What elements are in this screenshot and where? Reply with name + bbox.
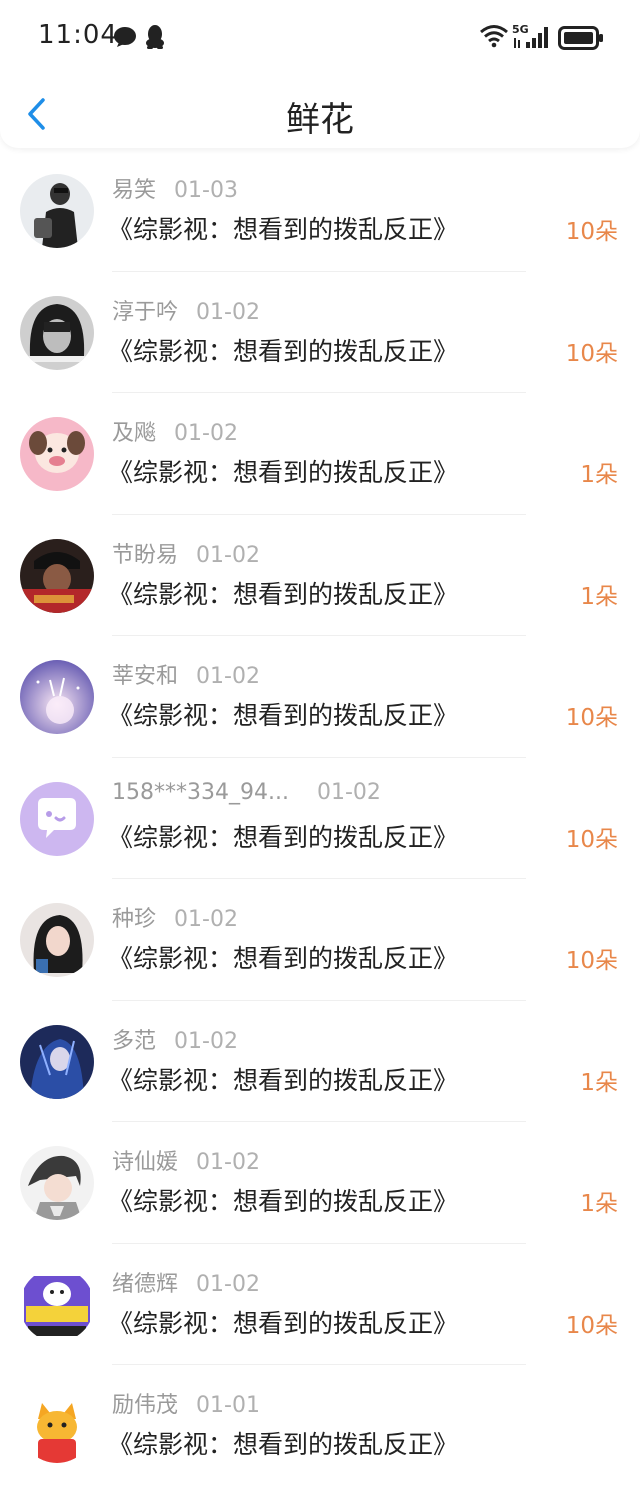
user-avatar[interactable]	[20, 295, 94, 370]
date: 01-02	[196, 542, 260, 568]
username[interactable]: 种珍	[112, 901, 156, 933]
list-item[interactable]: 莘安和 01-02 《综影视：想看到的拨乱反正》 10朵	[0, 636, 640, 758]
title-bar: 鲜花	[0, 74, 640, 148]
date: 01-02	[196, 1150, 260, 1175]
user-avatar[interactable]	[20, 417, 94, 491]
date: 01-03	[174, 178, 238, 203]
page-title: 鲜花	[286, 100, 354, 140]
list-item[interactable]: 种珍 01-02 《综影视：想看到的拨乱反正》 10朵	[0, 879, 640, 1001]
user-avatar[interactable]	[20, 1267, 94, 1342]
book-title[interactable]: 《综影视：想看到的拨乱反正》	[108, 575, 458, 611]
meta-line: 多范 01-02	[112, 1023, 238, 1055]
list-item[interactable]: 多范 01-02 《综影视：想看到的拨乱反正》 1朵	[0, 1001, 640, 1122]
user-avatar[interactable]	[20, 660, 94, 734]
list-item[interactable]: 节盼易 01-02 《综影视：想看到的拨乱反正》 1朵	[0, 515, 640, 636]
battery-icon	[558, 26, 604, 54]
username[interactable]: 节盼易	[112, 537, 178, 569]
flower-amount: 1朵	[580, 462, 618, 488]
book-title[interactable]: 《综影视：想看到的拨乱反正》	[108, 210, 458, 246]
status-bar: 11:04 5G	[0, 0, 640, 74]
signal-icon: 5G	[512, 22, 552, 54]
user-avatar[interactable]	[20, 1389, 94, 1463]
date: 01-01	[196, 1393, 260, 1418]
user-avatar[interactable]	[20, 1146, 94, 1220]
list-item[interactable]: 158***334_94... 01-02 《综影视：想看到的拨乱反正》 10朵	[0, 758, 640, 879]
username[interactable]: 诗仙媛	[112, 1144, 178, 1176]
username[interactable]: 多范	[112, 1023, 156, 1055]
book-title[interactable]: 《综影视：想看到的拨乱反正》	[108, 1182, 458, 1218]
date: 01-02	[316, 779, 381, 805]
list-item[interactable]: 诗仙媛 01-02 《综影视：想看到的拨乱反正》 1朵	[0, 1122, 640, 1244]
book-title[interactable]: 《综影视：想看到的拨乱反正》	[108, 332, 458, 368]
flower-amount: 10朵	[565, 705, 618, 731]
date: 01-02	[174, 1028, 238, 1054]
meta-line: 诗仙媛 01-02	[112, 1144, 260, 1176]
book-title[interactable]: 《综影视：想看到的拨乱反正》	[108, 1425, 458, 1461]
flower-amount: 1朵	[580, 1191, 618, 1217]
meta-line: 莘安和 01-02	[112, 658, 260, 690]
flower-amount: 10朵	[565, 340, 618, 367]
network-type: 5G	[512, 23, 529, 36]
user-avatar[interactable]	[20, 1024, 94, 1099]
list-item[interactable]: 及飚 01-02 《综影视：想看到的拨乱反正》 1朵	[0, 393, 640, 515]
username[interactable]: 莘安和	[112, 658, 178, 690]
date: 01-02	[174, 907, 238, 932]
flower-list: 易笑 01-03 《综影视：想看到的拨乱反正》 10朵 淳于吟 01-02 《综影视…	[0, 150, 640, 1487]
username[interactable]: 易笑	[112, 172, 156, 204]
user-avatar[interactable]	[20, 174, 94, 248]
date: 01-02	[174, 421, 238, 446]
user-avatar[interactable]	[20, 903, 94, 977]
list-item[interactable]: 励伟茂 01-01 《综影视：想看到的拨乱反正》	[0, 1365, 640, 1487]
date: 01-02	[196, 299, 260, 325]
message-icon	[113, 26, 137, 52]
book-title[interactable]: 《综影视：想看到的拨乱反正》	[108, 696, 458, 732]
flower-amount: 10朵	[565, 219, 618, 245]
flower-amount: 10朵	[565, 1312, 618, 1339]
meta-line: 种珍 01-02	[112, 901, 238, 933]
book-title[interactable]: 《综影视：想看到的拨乱反正》	[108, 939, 458, 975]
meta-line: 节盼易 01-02	[112, 537, 260, 569]
meta-line: 易笑 01-03	[112, 172, 238, 204]
user-avatar[interactable]	[20, 538, 94, 613]
book-title[interactable]: 《综影视：想看到的拨乱反正》	[108, 818, 458, 854]
meta-line: 绪德辉 01-02	[112, 1266, 260, 1298]
username[interactable]: 158***334_94...	[112, 780, 289, 805]
flower-amount: 10朵	[565, 948, 618, 974]
meta-line: 淳于吟 01-02	[112, 294, 260, 326]
flower-amount: 1朵	[580, 583, 618, 610]
date: 01-02	[196, 664, 260, 689]
list-item[interactable]: 绪德辉 01-02 《综影视：想看到的拨乱反正》 10朵	[0, 1244, 640, 1365]
username[interactable]: 及飚	[112, 415, 156, 447]
penguin-icon	[144, 24, 166, 54]
book-title[interactable]: 《综影视：想看到的拨乱反正》	[108, 1061, 458, 1097]
username[interactable]: 励伟茂	[112, 1387, 178, 1419]
meta-line: 及飚 01-02	[112, 415, 238, 447]
flower-amount: 10朵	[565, 826, 618, 853]
username[interactable]: 绪德辉	[112, 1266, 178, 1298]
flower-amount: 1朵	[580, 1069, 618, 1096]
book-title[interactable]: 《综影视：想看到的拨乱反正》	[108, 453, 458, 489]
date: 01-02	[196, 1271, 260, 1297]
list-item[interactable]: 易笑 01-03 《综影视：想看到的拨乱反正》 10朵	[0, 150, 640, 272]
book-title[interactable]: 《综影视：想看到的拨乱反正》	[108, 1304, 458, 1340]
app-header: 11:04 5G 鲜花	[0, 0, 640, 148]
status-time: 11:04	[38, 20, 118, 50]
wifi-icon	[479, 24, 509, 52]
list-item[interactable]: 淳于吟 01-02 《综影视：想看到的拨乱反正》 10朵	[0, 272, 640, 393]
username[interactable]: 淳于吟	[112, 294, 178, 326]
user-avatar[interactable]	[20, 781, 94, 856]
meta-line: 励伟茂 01-01	[112, 1387, 260, 1419]
meta-line: 158***334_94... 01-02	[112, 780, 381, 810]
